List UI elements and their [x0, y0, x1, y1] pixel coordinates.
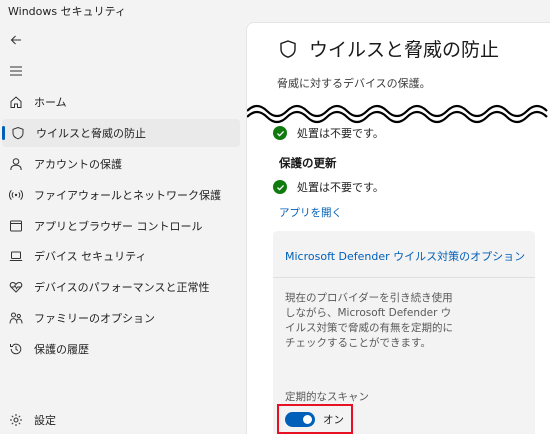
heart-pulse-icon: [8, 279, 24, 295]
sidebar-item-device-performance[interactable]: デバイスのパフォーマンスと正常性: [0, 273, 240, 301]
window-title: Windows セキュリティ: [8, 5, 126, 18]
status-row-threats: 処置は不要です。: [273, 125, 384, 141]
sidebar-item-firewall[interactable]: ファイアウォールとネットワーク保護: [0, 181, 240, 209]
status-text: 処置は不要です。: [297, 127, 384, 140]
card-divider: [273, 277, 535, 278]
section-heading-updates: 保護の更新: [279, 156, 337, 170]
app-window-icon: [8, 218, 24, 234]
sidebar-item-label: デバイス セキュリティ: [34, 250, 147, 263]
sidebar-item-account-protection[interactable]: アカウントの保護: [0, 150, 240, 178]
sidebar-item-label: ホーム: [34, 96, 67, 109]
gear-icon: [8, 412, 24, 428]
sidebar-item-label: アカウントの保護: [34, 158, 122, 171]
sidebar-item-device-security[interactable]: デバイス セキュリティ: [0, 242, 240, 270]
sidebar-item-label: ファイアウォールとネットワーク保護: [34, 189, 221, 202]
toggle-knob: [303, 414, 312, 424]
sidebar-item-label: 保護の履歴: [34, 343, 89, 356]
page-title-text: ウイルスと脅威の防止: [309, 39, 500, 61]
menu-button[interactable]: [6, 61, 26, 81]
back-arrow-icon: [10, 35, 21, 45]
page-subtitle: 脅威に対するデバイスの保護。: [277, 77, 431, 90]
periodic-scan-toggle[interactable]: [285, 411, 315, 427]
toggle-state-text: オン: [323, 413, 344, 426]
sidebar-item-label: デバイスのパフォーマンスと正常性: [34, 281, 210, 294]
sidebar-item-virus-protection[interactable]: ウイルスと脅威の防止: [2, 119, 240, 147]
sidebar-item-label: ファミリーのオプション: [34, 312, 155, 325]
defender-options-title[interactable]: Microsoft Defender ウイルス対策のオプション: [285, 248, 525, 264]
highlight-box: オン: [277, 404, 353, 434]
sidebar-item-family-options[interactable]: ファミリーのオプション: [0, 304, 240, 332]
check-circle-icon: [273, 126, 287, 140]
shield-icon: [277, 38, 299, 60]
sidebar-item-app-browser-control[interactable]: アプリとブラウザー コントロール: [0, 212, 240, 240]
defender-options-description: 現在のプロバイダーを引き続き使用しながら、Microsoft Defender …: [285, 292, 453, 349]
selection-indicator: [2, 126, 5, 140]
person-icon: [8, 156, 24, 172]
periodic-scan-label: 定期的なスキャン: [285, 391, 369, 403]
page-title: ウイルスと脅威の防止: [277, 35, 499, 62]
sidebar-item-settings[interactable]: 設定: [0, 406, 240, 434]
sidebar-item-home[interactable]: ホーム: [0, 88, 240, 116]
main-content-panel: ウイルスと脅威の防止 脅威に対するデバイスの保護。 処置は不要です。 保護の更新…: [246, 22, 550, 434]
home-icon: [8, 94, 24, 110]
open-app-link[interactable]: アプリを開く: [279, 205, 342, 220]
shield-icon: [10, 125, 26, 141]
back-button[interactable]: [6, 30, 26, 50]
wifi-icon: [8, 187, 24, 203]
history-icon: [8, 341, 24, 357]
check-circle-icon: [273, 180, 287, 194]
laptop-icon: [8, 248, 24, 264]
status-text: 処置は不要です。: [297, 181, 384, 194]
sidebar-item-label: 設定: [34, 414, 56, 427]
status-row-updates: 処置は不要です。: [273, 179, 384, 195]
defender-options-card: Microsoft Defender ウイルス対策のオプション 現在のプロバイダ…: [273, 231, 535, 434]
windows-security-window: Windows セキュリティ ホーム ウイルスと脅威の防止 アカウントの保護 フ…: [0, 0, 550, 434]
hamburger-menu-icon: [10, 66, 22, 76]
family-icon: [8, 310, 24, 326]
sidebar-item-label: ウイルスと脅威の防止: [36, 127, 146, 140]
sidebar-item-protection-history[interactable]: 保護の履歴: [0, 335, 240, 363]
sidebar-item-label: アプリとブラウザー コントロール: [34, 220, 203, 233]
